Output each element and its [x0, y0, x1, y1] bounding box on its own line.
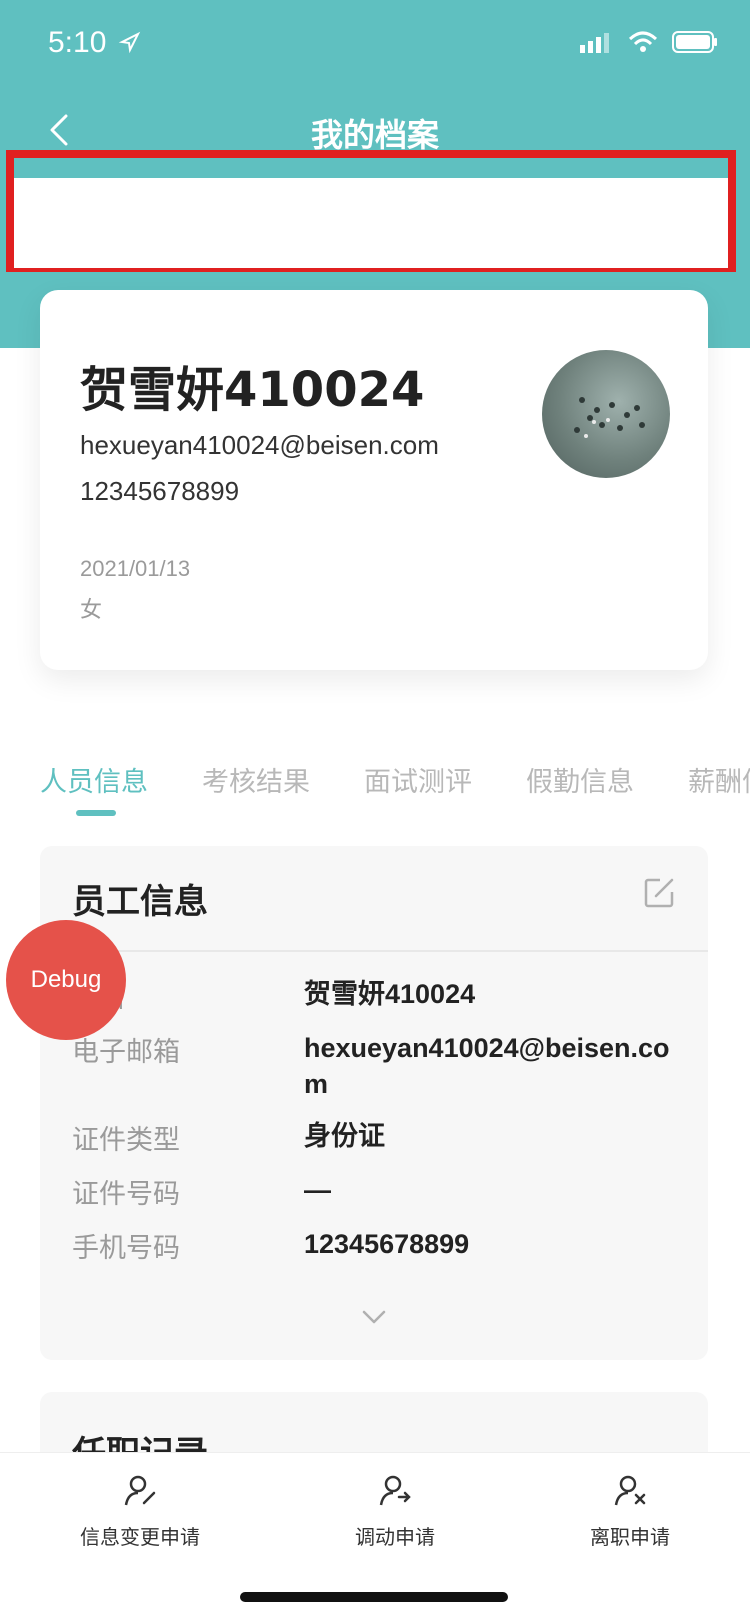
- tab-personnel-info[interactable]: 人员信息: [40, 760, 148, 799]
- divider: [40, 950, 708, 952]
- info-change-request-button[interactable]: 信息变更申请: [75, 1471, 205, 1550]
- person-remove-icon: [614, 1475, 646, 1506]
- profile-date: 2021/01/13: [80, 556, 191, 581]
- bottom-label: 离职申请: [590, 1525, 670, 1549]
- tab-assessment-results[interactable]: 考核结果: [202, 760, 310, 799]
- person-transfer-icon: [379, 1475, 411, 1506]
- debug-button[interactable]: Debug: [6, 920, 126, 1040]
- info-value: 贺雪妍410024: [304, 979, 476, 1009]
- person-edit-icon: [124, 1475, 156, 1506]
- status-indicators: [580, 30, 718, 54]
- edit-icon[interactable]: [642, 876, 676, 910]
- tab-attendance-info[interactable]: 假勤信息: [526, 760, 634, 799]
- info-label: 手机号码: [72, 1233, 180, 1264]
- profile-email: hexueyan410024@beisen.com: [80, 430, 439, 460]
- highlight-region: [6, 150, 736, 272]
- info-value: hexueyan410024@beisen.com: [304, 1033, 670, 1099]
- bottom-label: 调动申请: [355, 1525, 435, 1549]
- profile-card: 贺雪妍410024 hexueyan410024@beisen.com 1234…: [40, 290, 708, 670]
- info-value: 12345678899: [304, 1229, 470, 1259]
- employee-info-card: 员工信息 姓名 贺雪妍410024 电子邮箱 hexueyan410024@be…: [40, 846, 708, 1360]
- transfer-request-button[interactable]: 调动申请: [340, 1471, 450, 1550]
- info-value: 身份证: [304, 1121, 385, 1151]
- bottom-label: 信息变更申请: [80, 1525, 200, 1549]
- avatar-photo: [574, 397, 645, 438]
- active-tab-indicator: [76, 810, 116, 816]
- resignation-request-button[interactable]: 离职申请: [575, 1471, 685, 1550]
- avatar[interactable]: [542, 350, 670, 478]
- chevron-down-icon[interactable]: [362, 1310, 386, 1324]
- status-time: 5:10: [48, 26, 107, 59]
- location-arrow-icon: [118, 31, 141, 54]
- info-label: 证件类型: [72, 1125, 180, 1156]
- blank-banner: [14, 178, 728, 268]
- section-title: 员工信息: [72, 882, 208, 922]
- profile-name: 贺雪妍410024: [80, 362, 425, 418]
- info-label: 电子邮箱: [72, 1037, 180, 1068]
- info-label: 证件号码: [72, 1179, 180, 1210]
- cellular-signal-icon: [580, 33, 609, 53]
- home-indicator: [240, 1592, 508, 1602]
- info-value: —: [304, 1175, 331, 1205]
- battery-icon: [672, 31, 717, 53]
- tab-salary-info[interactable]: 薪酬信息: [688, 760, 750, 799]
- tab-interview-evaluation[interactable]: 面试测评: [364, 760, 472, 799]
- status-bar: 5:10: [0, 0, 750, 90]
- profile-phone: 12345678899: [80, 476, 240, 506]
- wifi-icon: [628, 31, 658, 52]
- profile-gender: 女: [80, 598, 103, 623]
